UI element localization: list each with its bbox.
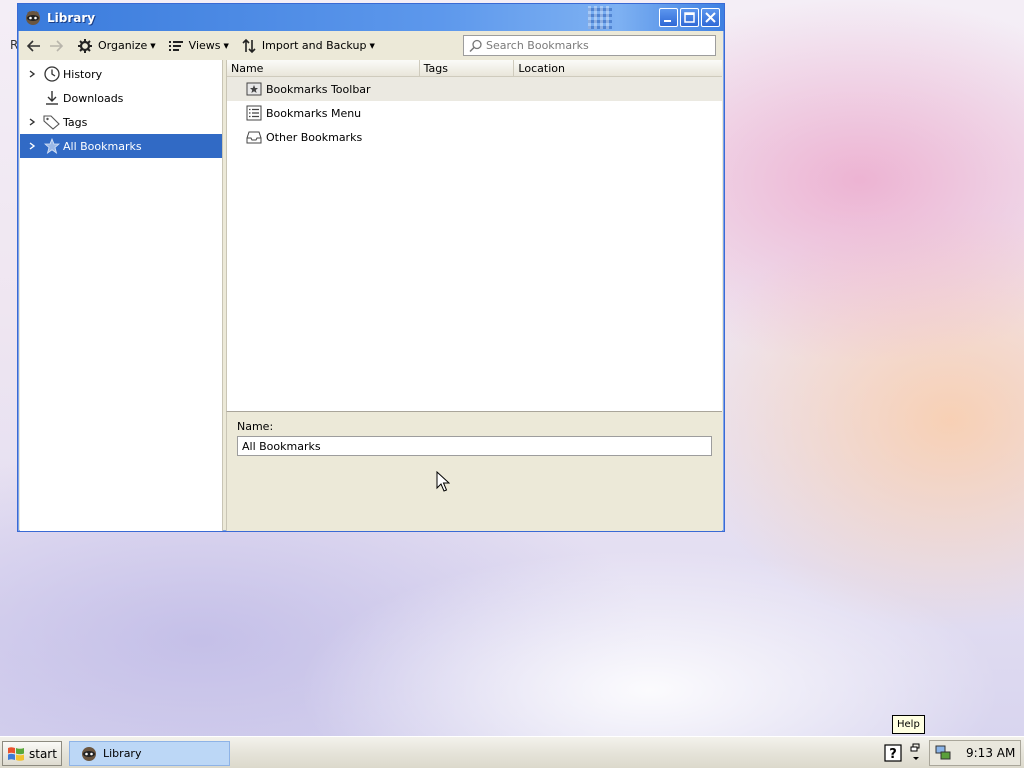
list-item-name: Bookmarks Menu [266, 106, 362, 120]
chevron-right-icon[interactable] [24, 114, 40, 130]
views-label: Views [188, 39, 221, 52]
network-icon[interactable] [934, 744, 952, 762]
details-pane: Name: [226, 411, 722, 531]
name-field-label: Name: [237, 420, 274, 433]
column-headers: Name Tags Location [227, 60, 722, 77]
bookmarks-menu-icon [245, 104, 263, 122]
search-bookmarks-input[interactable] [486, 36, 711, 55]
raccoon-app-icon [26, 10, 40, 25]
sidebar-item-all-bookmarks[interactable]: All Bookmarks [20, 134, 222, 158]
close-button[interactable] [701, 8, 720, 27]
sidebar-item-history[interactable]: History [20, 62, 222, 86]
start-button[interactable]: start [2, 741, 62, 766]
raccoon-app-icon [82, 746, 96, 761]
library-window: Library Organize ▼ Views ▼ Import and Ba… [17, 3, 725, 532]
chevron-right-icon[interactable] [24, 66, 40, 82]
help-icon[interactable]: ? [884, 744, 902, 762]
forward-button[interactable] [45, 34, 67, 58]
name-field[interactable] [237, 436, 712, 456]
sidebar-item-downloads[interactable]: Downloads [20, 86, 222, 110]
bookmarks-list: Name Tags Location Bookmarks Toolbar Boo… [226, 60, 722, 411]
taskbar-item-library[interactable]: Library [69, 741, 230, 766]
search-box [463, 35, 716, 56]
download-icon [43, 89, 61, 107]
list-item-name: Bookmarks Toolbar [266, 82, 371, 96]
system-tray: 9:13 AM [929, 740, 1021, 766]
mouse-cursor-icon [436, 471, 450, 492]
sidebar-tree: History Downloads Tags All Bookmarks [20, 60, 223, 531]
clock[interactable]: 9:13 AM [966, 746, 1015, 760]
toolbar: Organize ▼ Views ▼ Import and Backup ▼ [19, 31, 723, 60]
clock-icon [43, 65, 61, 83]
minimize-icon [664, 20, 671, 22]
minimize-button[interactable] [659, 8, 678, 27]
chevron-down-icon: ▼ [150, 41, 156, 50]
back-button[interactable] [23, 34, 45, 58]
column-header-location[interactable]: Location [514, 60, 722, 77]
close-icon [705, 12, 716, 23]
tray-toggle-icon[interactable] [910, 742, 922, 764]
sidebar-item-label: All Bookmarks [63, 139, 142, 153]
sidebar-item-label: History [63, 67, 103, 81]
chevron-right-icon[interactable] [24, 138, 40, 154]
titlebar-decoration [588, 6, 612, 29]
gear-icon [78, 38, 92, 53]
column-header-tags[interactable]: Tags [420, 60, 515, 77]
taskbar: start Library ? 9:13 AM [0, 736, 1024, 768]
list-item[interactable]: Bookmarks Menu [227, 101, 722, 125]
chevron-down-icon: ▼ [223, 41, 229, 50]
arrow-left-icon [26, 39, 40, 52]
windows-logo-icon [8, 746, 24, 761]
tag-icon [43, 113, 61, 131]
list-item[interactable]: Bookmarks Toolbar [227, 77, 722, 101]
taskbar-item-label: Library [103, 747, 142, 760]
maximize-icon [684, 12, 695, 23]
organize-menu-button[interactable]: Organize ▼ [73, 34, 160, 58]
sidebar-item-label: Tags [63, 115, 88, 129]
views-menu-button[interactable]: Views ▼ [164, 34, 233, 58]
sidebar-item-label: Downloads [63, 91, 124, 105]
import-backup-menu-button[interactable]: Import and Backup ▼ [237, 34, 379, 58]
organize-label: Organize [98, 39, 148, 52]
search-icon [469, 39, 482, 52]
import-export-icon [242, 38, 256, 53]
list-item[interactable]: Other Bookmarks [227, 125, 722, 149]
list-item-name: Other Bookmarks [266, 130, 363, 144]
maximize-button[interactable] [680, 8, 699, 27]
star-icon [43, 137, 61, 155]
column-header-name[interactable]: Name [227, 60, 420, 77]
chevron-down-icon: ▼ [369, 41, 375, 50]
title-bar[interactable]: Library [18, 4, 724, 31]
list-view-icon [168, 40, 183, 51]
help-tooltip: Help [892, 715, 925, 734]
svg-text:?: ? [889, 747, 897, 762]
window-title: Library [47, 10, 96, 25]
arrow-right-icon [50, 39, 64, 52]
folder-tray-icon [245, 128, 263, 146]
start-label: start [29, 746, 57, 761]
bookmarks-toolbar-icon [245, 80, 263, 98]
sidebar-item-tags[interactable]: Tags [20, 110, 222, 134]
import-backup-label: Import and Backup [261, 39, 367, 52]
